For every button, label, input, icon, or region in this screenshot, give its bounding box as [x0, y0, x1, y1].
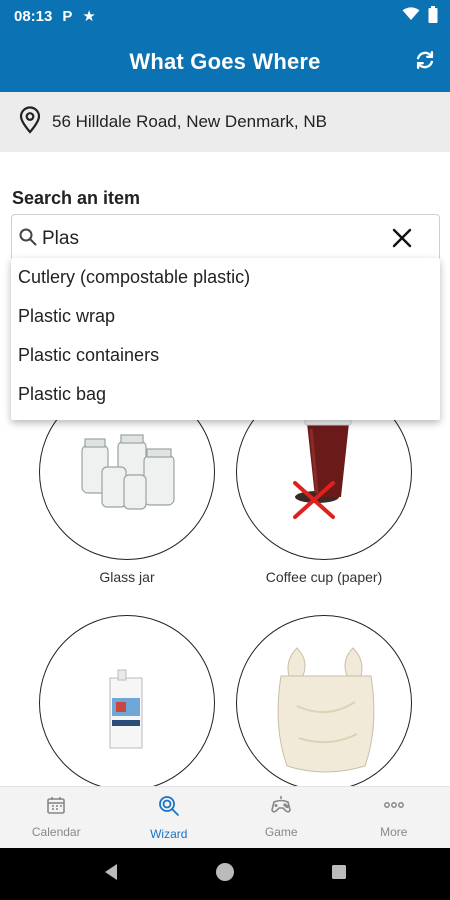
nav-calendar[interactable]: Calendar — [0, 787, 113, 848]
refresh-button[interactable] — [410, 47, 440, 77]
star-icon: ★ — [82, 8, 96, 25]
address-bar[interactable]: 56 Hilldale Road, New Denmark, NB — [0, 92, 450, 152]
clear-search-button[interactable] — [389, 227, 415, 253]
app-title: What Goes Where — [129, 49, 321, 74]
location-pin-icon — [18, 105, 42, 139]
nav-label: More — [380, 825, 408, 839]
calendar-icon — [46, 795, 66, 820]
bottom-navigation: Calendar Wizard Game More — [0, 786, 450, 848]
nav-label: Calendar — [31, 825, 81, 839]
system-navigation-bar — [0, 848, 450, 900]
nav-game[interactable]: Game — [225, 787, 338, 848]
refresh-icon — [414, 49, 436, 76]
item-label: Coffee cup (paper) — [265, 569, 383, 585]
nav-label: Wizard — [150, 827, 188, 841]
parking-icon: P — [62, 7, 73, 25]
home-icon[interactable] — [215, 862, 235, 887]
wizard-search-icon — [158, 795, 180, 822]
suggestion-item[interactable]: Plastic bag — [11, 375, 440, 414]
close-icon — [392, 228, 412, 253]
search-box — [11, 214, 440, 264]
nav-more[interactable]: More — [338, 787, 450, 848]
glass-jars-image — [40, 434, 214, 559]
recents-icon[interactable] — [331, 864, 347, 885]
status-bar: 08:13 P ★ — [0, 0, 450, 32]
nav-wizard[interactable]: Wizard — [113, 787, 226, 848]
item-milk-carton[interactable] — [39, 615, 215, 791]
item-label: Glass jar — [99, 569, 155, 585]
status-time: 08:13 — [14, 7, 53, 25]
search-label: Search an item — [12, 188, 141, 208]
suggestion-item[interactable]: Plastic containers — [11, 336, 440, 375]
search-icon — [18, 227, 38, 252]
back-icon[interactable] — [103, 863, 119, 886]
battery-icon — [428, 5, 438, 27]
suggestion-item[interactable]: Plastic wrap — [11, 297, 440, 336]
nav-label: Game — [264, 825, 298, 839]
more-dots-icon — [383, 795, 405, 820]
game-controller-icon — [269, 795, 293, 820]
suggestions-dropdown: Cutlery (compostable plastic) Plastic wr… — [11, 258, 440, 420]
wifi-icon — [402, 7, 420, 25]
search-input[interactable] — [42, 228, 372, 250]
suggestion-item[interactable]: Cutlery (compostable plastic) — [11, 258, 440, 297]
coffee-cup-image — [237, 418, 411, 559]
address-text: 56 Hilldale Road, New Denmark, NB — [52, 112, 327, 131]
app-bar: What Goes Where — [0, 32, 450, 92]
item-plastic-bag[interactable] — [236, 615, 412, 791]
